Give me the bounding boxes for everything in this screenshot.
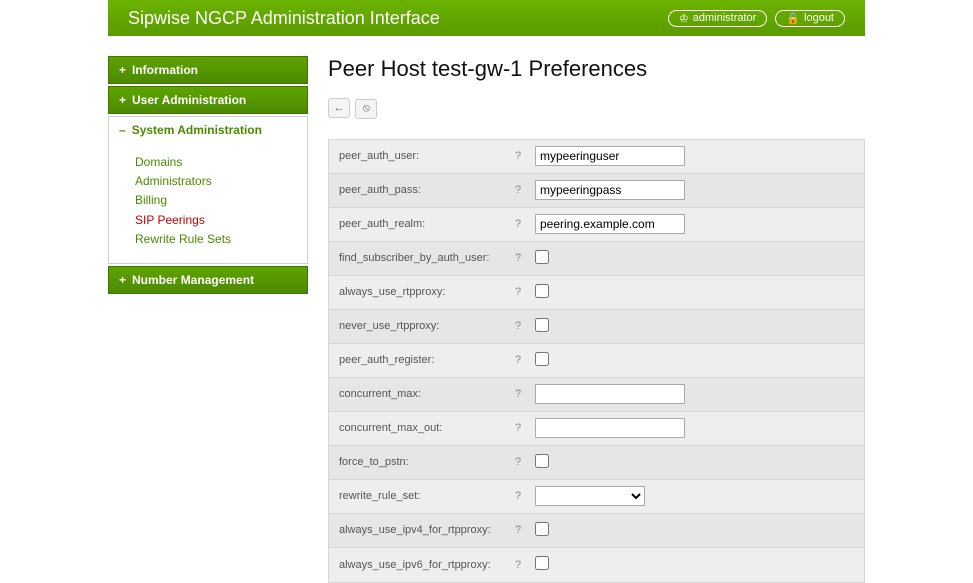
pref-row: concurrent_max:? [329, 378, 864, 412]
back-button[interactable]: ← [328, 98, 350, 118]
pref-row: find_subscriber_by_auth_user:? [329, 242, 864, 276]
pref-control [527, 418, 685, 438]
always_use_ipv4_for_rtpproxy-checkbox[interactable] [535, 522, 549, 536]
pref-label: never_use_rtpproxy: [339, 320, 509, 332]
sidebar: Information User Administration System Adm… [108, 56, 308, 296]
sidebar-section-label: System Administration [132, 123, 262, 137]
pref-control [527, 284, 549, 301]
sidebar-subitems: DomainsAdministratorsBillingSIP Peerings… [108, 143, 308, 264]
expand-icon [119, 63, 126, 77]
logout-button[interactable]: 🔒 logout [775, 10, 845, 27]
pref-row: never_use_rtpproxy:? [329, 310, 864, 344]
pref-label: peer_auth_register: [339, 354, 509, 366]
pref-control [527, 384, 685, 404]
sidebar-section-label: User Administration [132, 93, 246, 107]
pref-control [527, 486, 645, 506]
find_subscriber_by_auth_user-checkbox[interactable] [535, 250, 549, 264]
help-icon[interactable]: ? [509, 490, 527, 502]
pref-control [527, 556, 549, 573]
always_use_ipv6_for_rtpproxy-checkbox[interactable] [535, 556, 549, 570]
logout-label: logout [804, 12, 834, 24]
pref-label: concurrent_max: [339, 388, 509, 400]
sidebar-section[interactable]: System Administration [108, 116, 308, 143]
sidebar-item[interactable]: Domains [135, 153, 293, 172]
pref-control [527, 318, 549, 335]
pref-row: peer_auth_register:? [329, 344, 864, 378]
sidebar-item[interactable]: Rewrite Rule Sets [135, 230, 293, 249]
sidebar-section[interactable]: Number Management [108, 266, 308, 294]
preferences-table: peer_auth_user:?peer_auth_pass:?peer_aut… [328, 139, 865, 583]
pref-control [527, 180, 685, 200]
help-icon[interactable]: ? [509, 388, 527, 400]
pref-row: peer_auth_user:? [329, 140, 864, 174]
sidebar-section-label: Information [132, 63, 198, 77]
pref-control [527, 250, 549, 267]
sidebar-item[interactable]: SIP Peerings [135, 211, 293, 230]
help-icon[interactable]: ? [509, 150, 527, 162]
pref-label: always_use_rtpproxy: [339, 286, 509, 298]
help-icon[interactable]: ? [509, 218, 527, 230]
pref-label: peer_auth_pass: [339, 184, 509, 196]
expand-icon [119, 93, 126, 107]
sidebar-section[interactable]: User Administration [108, 86, 308, 114]
pref-control [527, 146, 685, 166]
help-icon[interactable]: ? [509, 559, 527, 571]
always_use_rtpproxy-checkbox[interactable] [535, 284, 549, 298]
pref-control [527, 522, 549, 539]
sidebar-section[interactable]: Information [108, 56, 308, 84]
pref-row: peer_auth_pass:? [329, 174, 864, 208]
help-icon[interactable]: ? [509, 252, 527, 264]
topbar: Sipwise NGCP Administration Interface ♔ … [108, 0, 865, 36]
peer_auth_realm-input[interactable] [535, 214, 685, 234]
help-icon[interactable]: ? [509, 456, 527, 468]
pref-label: concurrent_max_out: [339, 422, 509, 434]
never_use_rtpproxy-checkbox[interactable] [535, 318, 549, 332]
help-icon[interactable]: ? [509, 286, 527, 298]
pref-control [527, 352, 549, 369]
force_to_pstn-checkbox[interactable] [535, 454, 549, 468]
clear-button[interactable]: ⦸ [355, 99, 377, 119]
sidebar-item[interactable]: Billing [135, 191, 293, 210]
pref-label: peer_auth_user: [339, 150, 509, 162]
pref-label: rewrite_rule_set: [339, 490, 509, 502]
pref-control [527, 454, 549, 471]
rewrite_rule_set-select[interactable] [535, 486, 645, 506]
page-title: Peer Host test-gw-1 Preferences [328, 56, 865, 82]
pref-row: always_use_rtpproxy:? [329, 276, 864, 310]
pref-label: find_subscriber_by_auth_user: [339, 252, 509, 264]
peer_auth_user-input[interactable] [535, 146, 685, 166]
pref-row: peer_auth_realm:? [329, 208, 864, 242]
pref-row: rewrite_rule_set:? [329, 480, 864, 514]
lock-icon: 🔒 [786, 12, 800, 25]
expand-icon [119, 273, 126, 287]
help-icon[interactable]: ? [509, 422, 527, 434]
pref-label: peer_auth_realm: [339, 218, 509, 230]
user-icon: ♔ [679, 12, 689, 25]
concurrent_max_out-input[interactable] [535, 418, 685, 438]
peer_auth_register-checkbox[interactable] [535, 352, 549, 366]
action-buttons: ← ⦸ [328, 98, 865, 119]
sidebar-item[interactable]: Administrators [135, 172, 293, 191]
help-icon[interactable]: ? [509, 320, 527, 332]
help-icon[interactable]: ? [509, 354, 527, 366]
pref-row: always_use_ipv4_for_rtpproxy:? [329, 514, 864, 548]
pref-control [527, 214, 685, 234]
concurrent_max-input[interactable] [535, 384, 685, 404]
peer_auth_pass-input[interactable] [535, 180, 685, 200]
help-icon[interactable]: ? [509, 524, 527, 536]
pref-row: force_to_pstn:? [329, 446, 864, 480]
pref-row: always_use_ipv6_for_rtpproxy:? [329, 548, 864, 582]
user-label: administrator [693, 12, 757, 24]
app-title: Sipwise NGCP Administration Interface [128, 8, 660, 29]
main-content: Peer Host test-gw-1 Preferences ← ⦸ peer… [328, 56, 865, 583]
pref-label: always_use_ipv4_for_rtpproxy: [339, 524, 509, 536]
collapse-icon [119, 123, 126, 137]
sidebar-section-label: Number Management [132, 273, 254, 287]
user-button[interactable]: ♔ administrator [668, 10, 767, 27]
pref-label: always_use_ipv6_for_rtpproxy: [339, 559, 509, 571]
pref-label: force_to_pstn: [339, 456, 509, 468]
help-icon[interactable]: ? [509, 184, 527, 196]
pref-row: concurrent_max_out:? [329, 412, 864, 446]
